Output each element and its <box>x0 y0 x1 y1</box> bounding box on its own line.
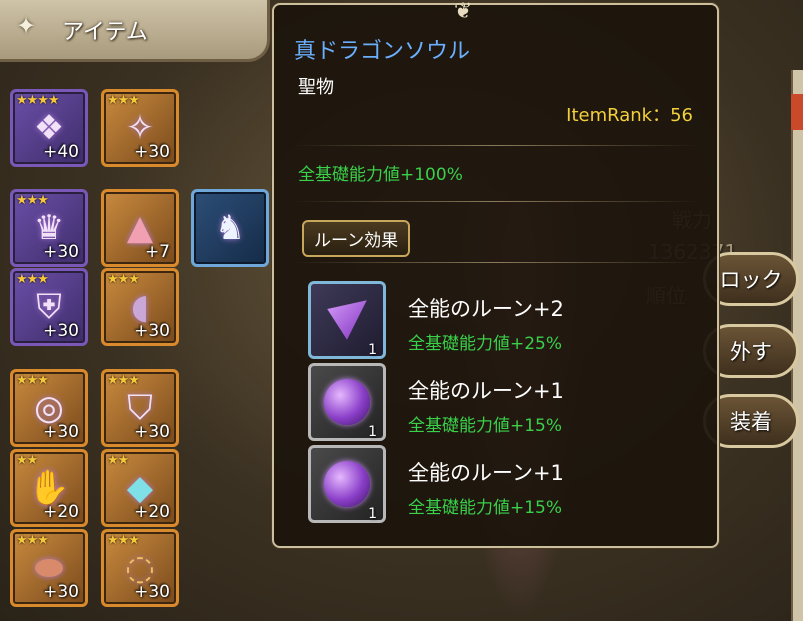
slot-enhance-level: +7 <box>144 242 170 262</box>
inventory-slot-selected[interactable]: ♞ <box>191 189 269 267</box>
slot-stars: ★★★ <box>107 533 140 548</box>
slot-stars: ★★ <box>107 453 129 468</box>
rune-effect-button[interactable]: ルーン効果 <box>302 220 411 257</box>
inventory-slot[interactable]: ★★★ ✧ +30 <box>101 89 179 167</box>
inventory-slot[interactable]: ★★★ ⛉ +30 <box>101 369 179 447</box>
slot-enhance-level: +30 <box>43 321 79 341</box>
rune-quantity: 1 <box>368 342 377 358</box>
rune-quantity: 1 <box>368 424 377 440</box>
rune-quantity: 1 <box>368 506 377 522</box>
rune-row[interactable]: 1 全能のルーン+2 全基礎能力値+25% <box>302 277 702 359</box>
rune-row[interactable]: 1 全能のルーン+1 全基礎能力値+15% <box>302 359 702 441</box>
item-tab-header[interactable]: ✦ アイテム <box>0 0 270 62</box>
divider <box>294 145 697 146</box>
inventory-slot[interactable]: ★★★ ◌ +30 <box>101 529 179 607</box>
slot-enhance-level: +30 <box>43 422 79 442</box>
divider <box>294 262 697 263</box>
divider <box>294 201 697 202</box>
slot-stars: ★★★ <box>107 93 140 108</box>
rune-name: 全能のルーン+1 <box>408 379 564 403</box>
rune-list[interactable]: 1 全能のルーン+2 全基礎能力値+25% 1 全能のルーン+1 全基礎能力値+… <box>302 277 702 527</box>
slot-enhance-level: +30 <box>43 242 79 262</box>
slot-enhance-level: +30 <box>134 422 170 442</box>
rune-effect: 全基礎能力値+15% <box>408 416 563 436</box>
slot-stars: ★★★ <box>16 373 49 388</box>
slot-enhance-level: +30 <box>134 321 170 341</box>
slot-enhance-level: +40 <box>43 142 79 162</box>
inventory-slot[interactable]: ▲ +7 <box>101 189 179 267</box>
slot-enhance-level: +30 <box>134 582 170 602</box>
right-panel-tab[interactable] <box>791 94 803 130</box>
inventory-slot[interactable]: ★★★ ♛ +30 <box>10 189 88 267</box>
inventory-slot[interactable]: ★★★ ◖ +30 <box>101 268 179 346</box>
dragon-soul-icon: ♞ <box>214 208 246 248</box>
slot-stars: ★★★ <box>16 193 49 208</box>
inventory-slot[interactable]: ★★ ✋ +20 <box>10 449 88 527</box>
rune-name: 全能のルーン+1 <box>408 461 564 485</box>
base-stat: 全基礎能力値+100% <box>298 165 463 185</box>
slot-stars: ★★★ <box>16 272 49 287</box>
page-title: アイテム <box>62 20 148 45</box>
slot-stars: ★★★ <box>107 272 140 287</box>
rune-effect: 全基礎能力値+25% <box>408 334 563 354</box>
slot-enhance-level: +20 <box>43 502 79 522</box>
ornament-icon: ❦ <box>454 0 473 24</box>
slot-enhance-level: +30 <box>43 582 79 602</box>
item-rank: ItemRank：56 <box>566 105 693 126</box>
orb-rune-icon <box>324 379 370 425</box>
rune-effect: 全基礎能力値+15% <box>408 498 563 518</box>
item-category: 聖物 <box>298 77 334 98</box>
slot-stars: ★★★ <box>16 533 49 548</box>
item-detail-popup: ❦ 真ドラゴンソウル 聖物 ItemRank：56 全基礎能力値+100% ルー… <box>272 0 719 548</box>
inventory-slot[interactable]: ★★★ ◎ +30 <box>10 369 88 447</box>
slot-enhance-level: +20 <box>134 502 170 522</box>
sparkle-icon: ✦ <box>16 12 37 40</box>
slot-stars: ★★★ <box>107 373 140 388</box>
rune-row[interactable]: 1 全能のルーン+1 全基礎能力値+15% <box>302 441 702 523</box>
slot-stars: ★★ <box>16 453 38 468</box>
rune-name: 全能のルーン+2 <box>408 297 564 321</box>
slot-enhance-level: +30 <box>134 142 170 162</box>
inventory-slot[interactable]: ★★★★ ❖ +40 <box>10 89 88 167</box>
item-name: 真ドラゴンソウル <box>294 39 471 64</box>
orb-rune-icon <box>324 461 370 507</box>
rune-slot: 1 <box>308 281 386 359</box>
slot-stars: ★★★★ <box>16 93 60 108</box>
inventory-slot[interactable]: ★★★ ⛨ +30 <box>10 268 88 346</box>
rune-slot: 1 <box>308 363 386 441</box>
inventory-slot[interactable]: ★★★ ⬬ +30 <box>10 529 88 607</box>
rune-slot: 1 <box>308 445 386 523</box>
triangle-rune-icon <box>327 300 367 340</box>
inventory-slot[interactable]: ★★ ◆ +20 <box>101 449 179 527</box>
